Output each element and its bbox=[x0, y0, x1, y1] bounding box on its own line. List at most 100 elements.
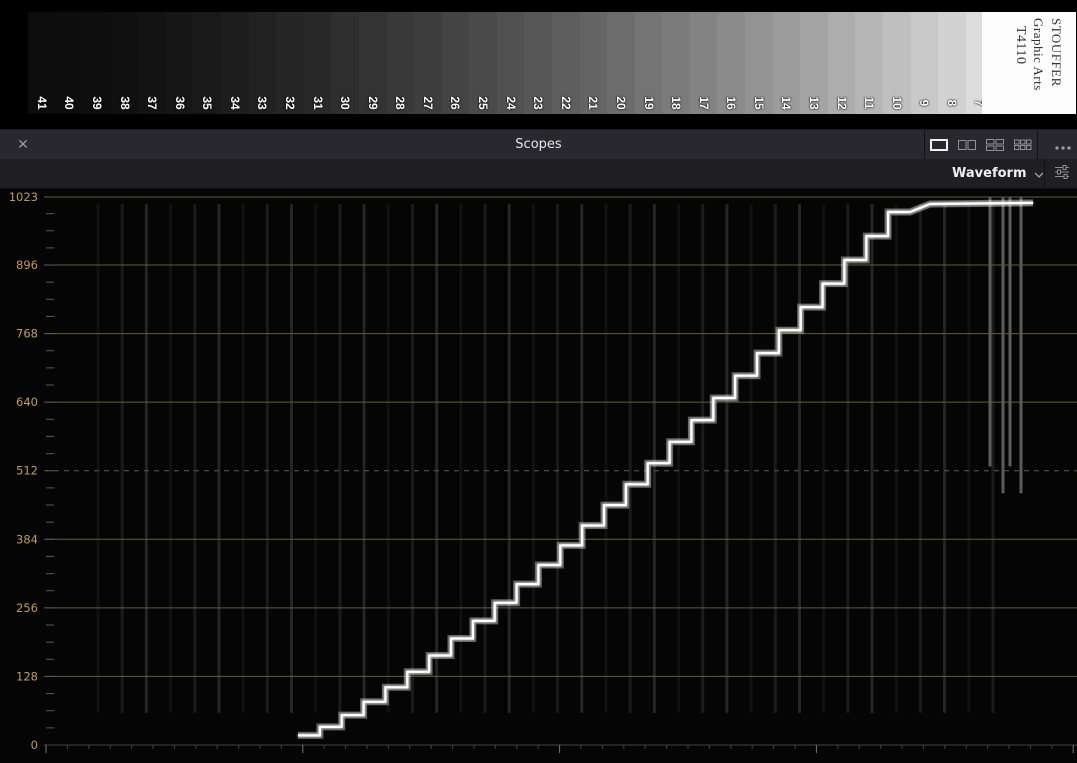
scope-settings-button[interactable] bbox=[1044, 159, 1077, 188]
scale-label: 768 bbox=[16, 327, 38, 341]
wedge-step-number: 9 bbox=[917, 99, 932, 107]
wedge-step: 19 bbox=[634, 12, 663, 114]
wedge-step-number: 30 bbox=[338, 96, 353, 110]
wedge-step: 17 bbox=[689, 12, 718, 114]
scale-label: 0 bbox=[31, 738, 38, 752]
wedge-step: 12 bbox=[827, 12, 856, 114]
single-view-icon bbox=[930, 139, 948, 151]
chevron-down-icon bbox=[1034, 164, 1044, 183]
scale-label: 640 bbox=[16, 395, 38, 409]
brand-subtitle: Graphic Arts bbox=[1031, 18, 1046, 91]
wedge-step-number: 20 bbox=[613, 96, 628, 110]
wedge-step: 10 bbox=[882, 12, 911, 114]
wedge-step-number: 32 bbox=[282, 96, 297, 110]
wedge-step: 9 bbox=[910, 12, 939, 114]
wedge-step-number: 25 bbox=[476, 96, 491, 110]
stepwedge-brand: STOUFFER Graphic Arts T4110 bbox=[982, 12, 1076, 114]
wedge-step: 25 bbox=[469, 12, 497, 114]
scale-label: 384 bbox=[16, 532, 38, 546]
scale-label: 256 bbox=[16, 601, 38, 615]
wedge-step-number: 23 bbox=[531, 96, 546, 110]
wedge-step: 18 bbox=[662, 12, 690, 114]
wedge-step-number: 15 bbox=[751, 96, 766, 110]
wedge-step: 23 bbox=[524, 12, 552, 114]
wedge-step-number: 11 bbox=[862, 96, 877, 110]
waveform-trace-glow bbox=[298, 199, 1034, 739]
wedge-step: 22 bbox=[551, 12, 580, 114]
scope-type-label: Waveform bbox=[952, 166, 1027, 181]
single-view-button[interactable] bbox=[925, 130, 953, 160]
layout-selector bbox=[924, 130, 1038, 160]
wedge-step-number: 24 bbox=[503, 96, 518, 110]
wedge-step-number: 31 bbox=[310, 96, 325, 110]
panel-title: Scopes bbox=[515, 137, 562, 152]
wedge-step: 37 bbox=[138, 12, 166, 114]
wedge-step-number: 21 bbox=[586, 96, 601, 110]
dual-view-icon bbox=[958, 139, 976, 151]
wedge-step-number: 14 bbox=[779, 96, 794, 110]
stepwedge-image: 41 40 39 38 37 36 35 34 33 32 31 30 29 28 27 26 25 24 23 22… bbox=[0, 0, 1077, 128]
scale-label: 1023 bbox=[9, 190, 38, 204]
wedge-step: 15 bbox=[745, 12, 773, 114]
quad-horizontal-view-button[interactable] bbox=[981, 130, 1009, 160]
more-options-button[interactable] bbox=[1048, 130, 1077, 160]
wedge-step-number: 26 bbox=[448, 96, 463, 110]
wedge-step: 13 bbox=[800, 12, 828, 114]
waveform-graph: 1023 896 768 640 512 384 256 128 0 bbox=[9, 190, 1077, 753]
wedge-step-number: 13 bbox=[806, 96, 821, 110]
wedge-step: 24 bbox=[496, 12, 525, 114]
waveform-scope: 1023 896 768 640 512 384 256 128 0 bbox=[0, 189, 1077, 763]
scale-label: 512 bbox=[16, 464, 38, 478]
scale-label: 896 bbox=[16, 258, 38, 272]
wedge-step-number: 34 bbox=[227, 96, 242, 110]
wedge-step: 28 bbox=[386, 12, 415, 114]
wedge-step-number: 27 bbox=[420, 96, 435, 110]
wedge-step-number: 28 bbox=[393, 96, 408, 110]
wedge-step-number: 38 bbox=[117, 96, 132, 110]
wedge-step: 31 bbox=[303, 12, 332, 114]
stepwedge-strip: 41 40 39 38 37 36 35 34 33 32 31 30 29 28 27 26 25 24 23 22… bbox=[28, 12, 1076, 114]
wedge-step: 29 bbox=[358, 12, 387, 114]
wedge-step-number: 16 bbox=[724, 96, 739, 110]
wedge-step-number: 33 bbox=[255, 96, 270, 110]
wedge-step-number: 19 bbox=[641, 96, 656, 110]
wedge-step-number: 17 bbox=[696, 96, 711, 110]
wedge-step: 32 bbox=[276, 12, 304, 114]
wedge-step-number: 12 bbox=[834, 96, 849, 110]
waveform-trace bbox=[298, 201, 1034, 737]
wedge-step: 21 bbox=[579, 12, 608, 114]
wedge-step-number: 35 bbox=[200, 96, 215, 110]
wedge-step-number: 39 bbox=[89, 96, 104, 110]
wedge-step-number: 37 bbox=[145, 96, 160, 110]
wedge-step-number: 41 bbox=[34, 96, 49, 110]
wedge-step: 27 bbox=[414, 12, 442, 114]
wedge-step: 20 bbox=[607, 12, 635, 114]
wedge-step-number: 40 bbox=[62, 96, 77, 110]
scope-toolbar: Waveform bbox=[0, 159, 1077, 189]
dual-view-button[interactable] bbox=[953, 130, 981, 160]
wedge-step: 36 bbox=[165, 12, 194, 114]
wedge-step-number: 36 bbox=[172, 96, 187, 110]
wedge-step-number: 18 bbox=[669, 96, 684, 110]
wedge-step: 39 bbox=[83, 12, 111, 114]
scale-label: 128 bbox=[16, 669, 38, 683]
wedge-step-number: 29 bbox=[365, 96, 380, 110]
wedge-step: 40 bbox=[55, 12, 84, 114]
wedge-step: 34 bbox=[221, 12, 249, 114]
wedge-step: 41 bbox=[28, 12, 56, 114]
wedge-step: 30 bbox=[331, 12, 359, 114]
close-button[interactable]: ✕ bbox=[10, 135, 36, 155]
wedge-step: 35 bbox=[193, 12, 222, 114]
scope-settings-icon bbox=[1054, 164, 1070, 184]
wedge-step: 16 bbox=[717, 12, 746, 114]
scope-type-dropdown[interactable]: Waveform bbox=[946, 162, 1050, 185]
quad-view-button[interactable] bbox=[1009, 130, 1037, 160]
wedge-step: 11 bbox=[855, 12, 883, 114]
wedge-step: 26 bbox=[441, 12, 470, 114]
wedge-step: 38 bbox=[110, 12, 139, 114]
wedge-step: 33 bbox=[248, 12, 277, 114]
more-options-icon bbox=[1054, 136, 1072, 155]
quad-horizontal-view-icon bbox=[986, 139, 1004, 151]
scopes-panel-header: ✕ Scopes bbox=[0, 129, 1077, 161]
wedge-step: 8 bbox=[938, 12, 966, 114]
